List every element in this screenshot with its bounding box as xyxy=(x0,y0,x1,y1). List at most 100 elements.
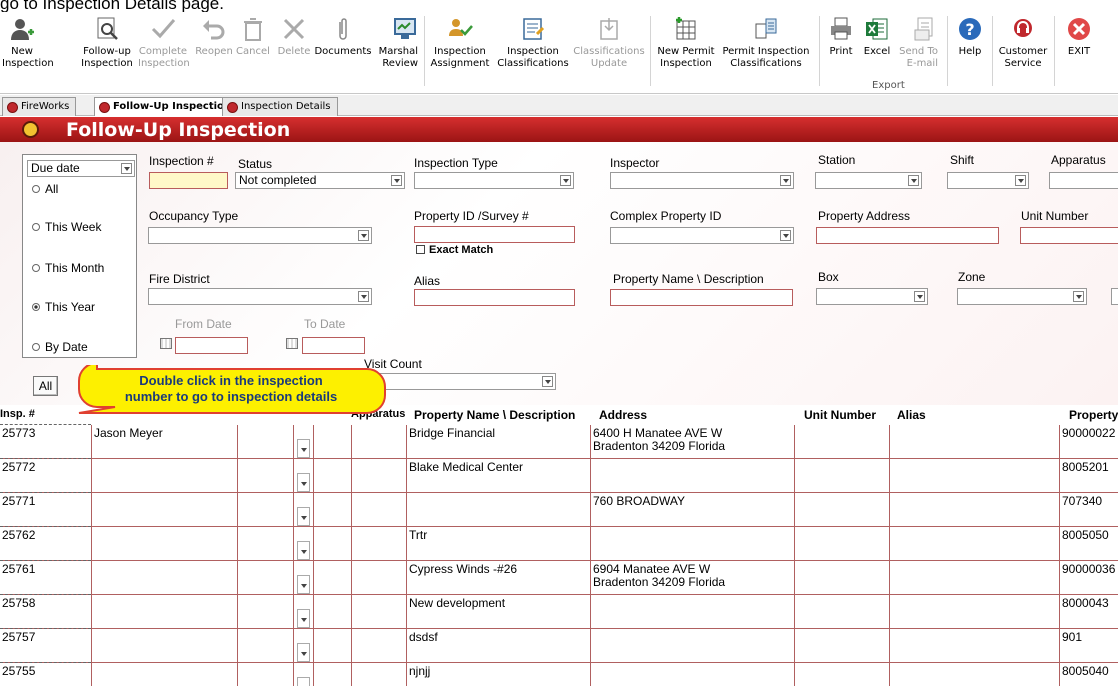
cell-insp-number[interactable]: 25772 xyxy=(0,459,91,493)
calendar-icon[interactable] xyxy=(160,338,172,349)
cell-status[interactable] xyxy=(237,663,293,686)
cell-property-name[interactable]: Blake Medical Center xyxy=(406,459,590,493)
cell-inspector[interactable]: Jason Meyer xyxy=(91,425,237,459)
cell-unit-number[interactable] xyxy=(794,493,889,527)
cell-apparatus[interactable] xyxy=(351,527,406,561)
cell-property-id[interactable]: 8000043 xyxy=(1059,595,1118,629)
property-id-input[interactable] xyxy=(414,226,575,243)
chevron-down-icon[interactable] xyxy=(297,541,310,560)
cell-apparatus[interactable] xyxy=(351,493,406,527)
calendar-icon[interactable] xyxy=(286,338,298,349)
cell-insp-number[interactable]: 25758 xyxy=(0,595,91,629)
cell-unit-number[interactable] xyxy=(794,527,889,561)
cell-status[interactable] xyxy=(237,629,293,663)
table-row[interactable]: 25757 dsdsf 901 xyxy=(0,628,1118,663)
inspection-number-input[interactable] xyxy=(149,172,228,189)
cell-inspector[interactable] xyxy=(91,595,237,629)
cell-insp-number[interactable]: 25771 xyxy=(0,493,91,527)
cell-inspector[interactable] xyxy=(91,493,237,527)
cell-status[interactable] xyxy=(237,459,293,493)
cell-property-id[interactable]: 90000022 xyxy=(1059,425,1118,459)
cell-unit-number[interactable] xyxy=(794,663,889,686)
cell-dropdown[interactable] xyxy=(293,561,313,595)
cell-apparatus[interactable] xyxy=(351,425,406,459)
cell-address[interactable]: 6904 Manatee AVE W Bradenton 34209 Florid… xyxy=(590,561,794,595)
cell-station[interactable] xyxy=(313,459,351,493)
cell-property-name[interactable]: New development xyxy=(406,595,590,629)
column-header-property[interactable]: Property xyxy=(1069,408,1118,424)
follow-up-inspection-button[interactable]: Follow-up Inspection xyxy=(80,16,134,70)
from-date-input[interactable] xyxy=(175,337,248,354)
cell-address[interactable]: 6400 H Manatee AVE W Bradenton 34209 Flor… xyxy=(590,425,794,459)
table-row[interactable]: 25772 Blake Medical Center 8005201 xyxy=(0,458,1118,493)
cell-property-id[interactable]: 8005040 xyxy=(1059,663,1118,686)
cell-unit-number[interactable] xyxy=(794,561,889,595)
column-header-alias[interactable]: Alias xyxy=(897,408,926,424)
exact-match-checkbox[interactable]: Exact Match xyxy=(416,244,493,256)
cell-property-name[interactable]: dsdsf xyxy=(406,629,590,663)
zone-select[interactable] xyxy=(957,288,1087,305)
cell-unit-number[interactable] xyxy=(794,629,889,663)
reopen-button[interactable]: Reopen xyxy=(195,16,233,58)
chevron-down-icon[interactable] xyxy=(297,439,310,458)
cell-apparatus[interactable] xyxy=(351,595,406,629)
column-header-address[interactable]: Address xyxy=(599,408,647,424)
cell-address[interactable] xyxy=(590,459,794,493)
cell-dropdown[interactable] xyxy=(293,527,313,561)
cell-status[interactable] xyxy=(237,527,293,561)
inspection-assignment-button[interactable]: Inspection Assignment xyxy=(430,16,490,70)
cell-inspector[interactable] xyxy=(91,663,237,686)
cell-station[interactable] xyxy=(313,493,351,527)
cell-property-name[interactable]: Bridge Financial xyxy=(406,425,590,459)
marshal-review-button[interactable]: Marshal Review xyxy=(374,16,418,70)
cell-property-name[interactable] xyxy=(406,493,590,527)
station-select[interactable] xyxy=(815,172,922,189)
cell-property-id[interactable]: 90000036 xyxy=(1059,561,1118,595)
cell-alias[interactable] xyxy=(889,527,1059,561)
cell-station[interactable] xyxy=(313,561,351,595)
cell-dropdown[interactable] xyxy=(293,493,313,527)
cell-apparatus[interactable] xyxy=(351,459,406,493)
property-name-input[interactable] xyxy=(610,289,793,306)
tab-follow-up-inspection[interactable]: Follow-Up Inspection xyxy=(94,97,239,116)
radio-this-year[interactable]: This Year xyxy=(32,300,95,314)
new-permit-inspection-button[interactable]: New Permit Inspection xyxy=(656,16,716,70)
all-button[interactable]: All xyxy=(33,376,58,396)
cell-address[interactable]: 760 BROADWAY xyxy=(590,493,794,527)
cancel-button[interactable]: Cancel xyxy=(236,16,270,58)
cell-property-id[interactable]: 8005201 xyxy=(1059,459,1118,493)
property-address-input[interactable] xyxy=(816,227,999,244)
cell-apparatus[interactable] xyxy=(351,663,406,686)
cell-insp-number[interactable]: 25761 xyxy=(0,561,91,595)
chevron-down-icon[interactable] xyxy=(297,643,310,662)
exit-button[interactable]: EXIT xyxy=(1062,16,1096,58)
cell-address[interactable] xyxy=(590,595,794,629)
chevron-down-icon[interactable] xyxy=(297,507,310,526)
shift-select[interactable] xyxy=(947,172,1029,189)
cell-property-name[interactable]: njnjj xyxy=(406,663,590,686)
cell-alias[interactable] xyxy=(889,561,1059,595)
cell-station[interactable] xyxy=(313,629,351,663)
new-inspection-button[interactable]: New Inspection xyxy=(2,16,54,70)
cell-status[interactable] xyxy=(237,595,293,629)
cell-unit-number[interactable] xyxy=(794,425,889,459)
cell-alias[interactable] xyxy=(889,629,1059,663)
cell-unit-number[interactable] xyxy=(794,595,889,629)
cell-dropdown[interactable] xyxy=(293,595,313,629)
permit-inspection-classifications-button[interactable]: Permit Inspection Classifications xyxy=(718,16,814,70)
alias-input[interactable] xyxy=(414,289,575,306)
fire-district-select[interactable] xyxy=(148,288,372,305)
chevron-down-icon[interactable] xyxy=(297,575,310,594)
box-select[interactable] xyxy=(816,288,928,305)
cell-alias[interactable] xyxy=(889,425,1059,459)
cell-dropdown[interactable] xyxy=(293,629,313,663)
status-select[interactable]: Not completed xyxy=(235,172,405,189)
radio-this-month[interactable]: This Month xyxy=(32,261,104,275)
cell-dropdown[interactable] xyxy=(293,425,313,459)
print-button[interactable]: Print xyxy=(826,16,856,58)
apparatus-select[interactable] xyxy=(1049,172,1118,189)
chevron-down-icon[interactable] xyxy=(297,677,310,686)
complete-inspection-button[interactable]: Complete Inspection xyxy=(138,16,190,70)
tab-fireworks[interactable]: FireWorks xyxy=(2,97,77,116)
cell-insp-number[interactable]: 25757 xyxy=(0,629,91,663)
